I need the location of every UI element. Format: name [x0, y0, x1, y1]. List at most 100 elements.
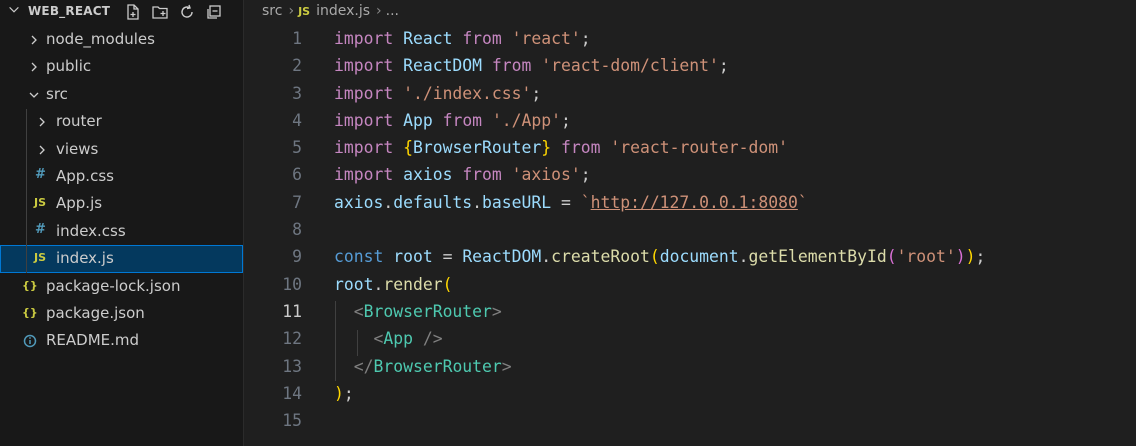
tree-item-label: package.json — [46, 303, 145, 322]
tree-item-label: views — [56, 139, 99, 158]
code-line[interactable]: 13 </BrowserRouter> — [244, 354, 1136, 381]
line-number: 11 — [282, 301, 302, 321]
code-line[interactable]: 6 import axios from 'axios'; — [244, 162, 1136, 189]
code-token: 'root' — [896, 247, 956, 267]
tree-item-app-css[interactable]: # App.css — [0, 163, 243, 190]
line-number: 1 — [292, 29, 302, 48]
code-token: App — [403, 110, 433, 130]
code-token: BrowserRouter — [363, 301, 492, 321]
code-token: import — [334, 138, 394, 158]
code-token: ; — [531, 83, 542, 103]
explorer-header[interactable]: WEB_REACT — [0, 0, 243, 24]
code-line[interactable]: 4 import App from './App'; — [244, 108, 1136, 135]
code-line[interactable]: 7 axios.defaults.baseURL = `http://127.0.… — [244, 190, 1136, 217]
code-token: } — [541, 138, 552, 158]
code-line[interactable]: 3 import './index.css'; — [244, 81, 1136, 108]
tree-item-router[interactable]: router — [0, 108, 243, 135]
code-line[interactable]: 8 — [244, 217, 1136, 244]
code-line[interactable]: 11 <BrowserRouter> — [244, 299, 1136, 326]
tree-item-app-js[interactable]: JS App.js — [0, 190, 243, 217]
breadcrumb-file[interactable]: index.js — [316, 3, 370, 19]
tree-item-label: node_modules — [46, 30, 155, 48]
line-number: 6 — [292, 165, 302, 185]
code-token: from — [491, 56, 532, 76]
code-line[interactable]: 10 root.render( — [244, 272, 1136, 299]
code-token: . — [373, 274, 384, 294]
chevron-down-icon[interactable] — [7, 3, 21, 17]
tree-item-package-lock-json[interactable]: {} package-lock.json — [0, 273, 243, 300]
code-line[interactable]: 12 <App /> — [244, 326, 1136, 353]
tree-item-label: index.css — [56, 221, 126, 240]
tree-item-label: App.js — [56, 194, 103, 213]
new-folder-icon[interactable] — [151, 3, 169, 21]
breadcrumb-folder[interactable]: src — [262, 3, 282, 19]
code-line[interactable]: 5 import {BrowserRouter} from 'react-rout… — [244, 135, 1136, 162]
chevron-right-icon — [39, 117, 45, 127]
code-line[interactable]: 14); — [244, 381, 1136, 408]
code-token: ( — [442, 274, 453, 294]
tree-item-public[interactable]: public — [0, 53, 243, 80]
line-number: 7 — [292, 192, 302, 212]
chevron-down-icon — [29, 92, 39, 98]
code-line[interactable]: 1 import React from 'react'; — [244, 26, 1136, 53]
code-token: < — [373, 329, 384, 349]
code-line[interactable]: 15 — [244, 408, 1136, 435]
code-editor[interactable]: 1 import React from 'react'; 2 import React… — [244, 26, 1136, 446]
tree-item-src[interactable]: src — [0, 81, 243, 108]
line-number: 3 — [292, 83, 302, 103]
code-text: import ReactDOM from 'react-dom/client'; — [334, 56, 729, 75]
tree-item-readme-md[interactable]: README.md — [0, 327, 243, 354]
js-file-icon: JS — [34, 251, 47, 265]
code-token: > — [491, 301, 502, 321]
refresh-icon[interactable] — [178, 3, 196, 21]
line-number: 5 — [292, 138, 302, 158]
code-token: render — [383, 274, 443, 294]
tree-indent-guide — [26, 109, 27, 273]
code-token: . — [738, 247, 749, 267]
tree-item-index-js[interactable]: JS index.js — [0, 245, 243, 273]
code-token: document — [659, 247, 739, 267]
tree-item-node-modules[interactable]: node_modules — [0, 26, 243, 53]
code-token: ReactDOM — [403, 56, 483, 76]
tree-item-label: src — [46, 84, 68, 103]
tree-item-views[interactable]: views — [0, 136, 243, 163]
new-file-icon[interactable] — [124, 3, 142, 21]
code-token: ReactDOM — [462, 247, 542, 267]
code-token: baseURL — [482, 192, 552, 212]
code-token: ( — [649, 247, 660, 267]
breadcrumb-more[interactable]: ... — [386, 3, 399, 19]
code-text: ); — [334, 384, 354, 403]
code-token: import — [334, 29, 394, 48]
code-token: axios — [403, 165, 453, 185]
tree-item-package-json[interactable]: {} package.json — [0, 300, 243, 327]
explorer-title: WEB_REACT — [28, 4, 111, 18]
code-token: BrowserRouter — [412, 138, 542, 158]
indent-guide — [357, 330, 358, 356]
code-token: ; — [343, 383, 354, 403]
chevron-right-icon — [39, 145, 45, 155]
code-token: axios — [334, 192, 384, 212]
code-token: import — [334, 165, 394, 185]
code-text: const root = ReactDOM.createRoot(documen… — [334, 247, 985, 266]
chevron-right-icon: › — [288, 3, 295, 19]
code-token: . — [472, 192, 483, 212]
code-token: from — [462, 29, 502, 48]
tree-item-index-css[interactable]: # index.css — [0, 218, 243, 245]
code-token: ; — [718, 56, 729, 76]
code-line[interactable]: 9 const root = ReactDOM.createRoot(docume… — [244, 244, 1136, 271]
code-token: ) — [955, 247, 966, 267]
collapse-all-icon[interactable] — [205, 3, 223, 21]
code-token: React — [403, 29, 453, 48]
line-number: 9 — [292, 247, 302, 267]
code-line[interactable]: 2 import ReactDOM from 'react-dom/client'… — [244, 53, 1136, 80]
